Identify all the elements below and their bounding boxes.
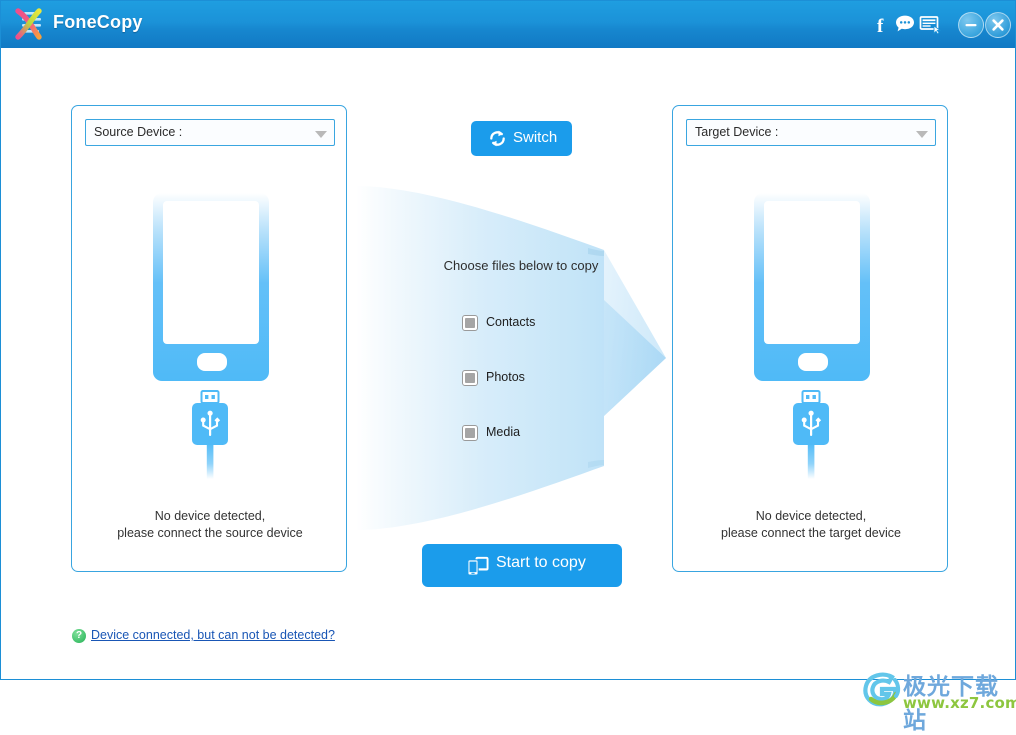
question-mark-glyph: ?	[75, 630, 83, 641]
app-title: FoneCopy	[53, 12, 143, 32]
phone-outline-icon	[152, 192, 270, 387]
source-no-device-status: No device detected, please connect the s…	[72, 508, 348, 542]
source-device-select-label: Source Device :	[94, 125, 183, 139]
feedback-icon[interactable]	[919, 14, 942, 35]
usb-plug-icon	[785, 390, 837, 485]
source-status-line-1: No device detected,	[154, 509, 266, 523]
source-device-panel: Source Device : No device detected, plea…	[71, 105, 347, 572]
refresh-circular-arrows-icon	[488, 129, 507, 151]
site-watermark: 极光下载站 www.xz7.com	[859, 666, 1016, 734]
question-mark-icon: ?	[72, 629, 86, 643]
watermark-url-text: www.xz7.com	[903, 694, 1016, 712]
choose-files-instruction: Choose files below to copy	[443, 258, 599, 273]
device-not-detected-link[interactable]: Device connected, but can not be detecte…	[91, 628, 335, 642]
facebook-icon[interactable]: f	[869, 15, 891, 37]
target-device-select-label: Target Device :	[695, 125, 779, 139]
checkbox-photos[interactable]	[462, 370, 478, 386]
chat-bubble-icon[interactable]	[894, 14, 916, 34]
app-window: FoneCopy f Switch Choose files below to …	[0, 0, 1016, 734]
source-device-graphic	[72, 186, 348, 486]
target-device-select[interactable]: Target Device :	[686, 119, 936, 146]
two-devices-icon	[467, 556, 490, 579]
chevron-down-icon	[916, 131, 928, 138]
close-button[interactable]	[985, 12, 1011, 38]
checkbox-media[interactable]	[462, 425, 478, 441]
switch-button-label: Switch	[513, 129, 558, 146]
main-content: Switch Choose files below to copy Contac…	[1, 48, 1016, 734]
right-arrow-banner-icon	[356, 178, 671, 543]
svg-text:f: f	[877, 16, 884, 35]
checkbox-contacts[interactable]	[462, 315, 478, 331]
switch-button[interactable]: Switch	[471, 121, 572, 156]
dna-helix-logo-icon	[12, 7, 48, 41]
start-to-copy-button[interactable]: Start to copy	[422, 544, 622, 587]
target-device-graphic	[673, 186, 949, 486]
checkbox-photos-label: Photos	[486, 370, 525, 384]
g-swirl-logo-icon	[859, 668, 903, 717]
start-to-copy-label: Start to copy	[496, 554, 586, 571]
checkbox-media-label: Media	[486, 425, 521, 439]
source-device-select[interactable]: Source Device :	[85, 119, 335, 146]
checkbox-contacts-label: Contacts	[486, 315, 536, 329]
minimize-button[interactable]	[958, 12, 984, 38]
chevron-down-icon	[315, 131, 327, 138]
source-status-line-2: please connect the source device	[117, 526, 303, 540]
usb-plug-icon	[184, 390, 236, 485]
title-bar: FoneCopy f	[1, 1, 1015, 49]
target-status-line-1: No device detected,	[755, 509, 867, 523]
phone-outline-icon	[753, 192, 871, 387]
target-status-line-2: please connect the target device	[721, 526, 901, 540]
target-device-panel: Target Device : No device detected, plea…	[672, 105, 948, 572]
target-no-device-status: No device detected, please connect the t…	[673, 508, 949, 542]
